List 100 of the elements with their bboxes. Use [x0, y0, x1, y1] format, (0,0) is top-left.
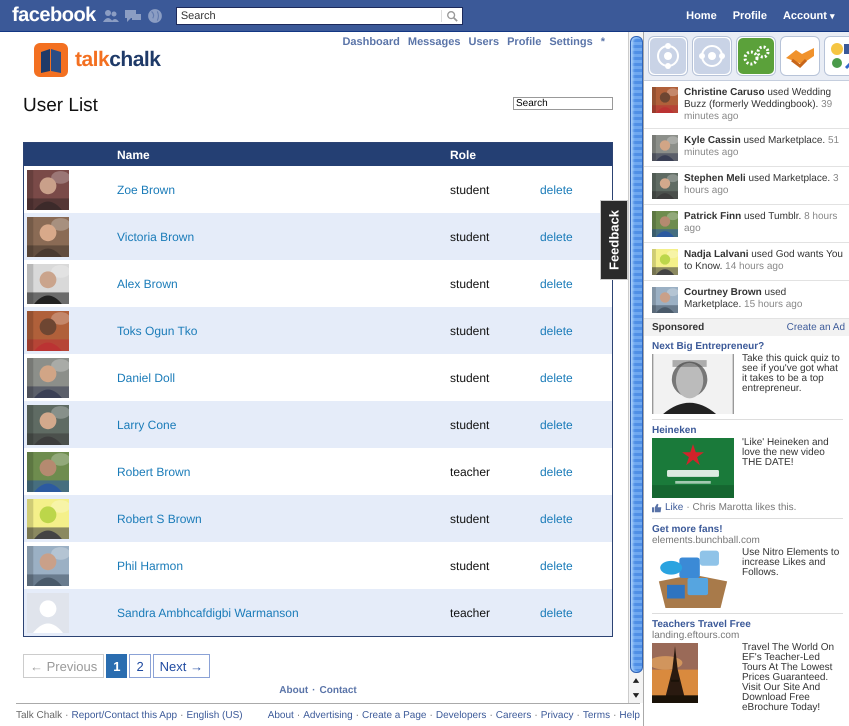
nav-link[interactable]: Users [468, 36, 500, 48]
app-logo[interactable]: talkchalk [75, 48, 160, 72]
delete-link[interactable]: delete [540, 230, 573, 244]
separator: · [356, 710, 359, 720]
delete-link[interactable]: delete [540, 324, 573, 338]
footer-link[interactable]: Talk Chalk [16, 710, 62, 720]
scroll-up-icon[interactable] [632, 677, 640, 684]
scroll-down-icon[interactable] [632, 692, 640, 699]
ad-title-link[interactable]: Next Big Entrepreneur? [652, 341, 843, 352]
search-field[interactable]: Search [176, 6, 463, 24]
footer-link[interactable]: Developers [436, 710, 486, 720]
table-cell-text: student [450, 512, 490, 526]
footer-link[interactable]: Help [619, 710, 640, 720]
globe-icon[interactable] [146, 8, 163, 22]
scrollbar[interactable] [628, 32, 644, 703]
likes-text: · Chris Marotta likes this. [686, 502, 796, 513]
messages-icon[interactable] [124, 8, 141, 22]
user-link[interactable]: Sandra Ambhcafdigbi Warmanson [117, 606, 299, 620]
footer-link[interactable]: English (US) [186, 710, 243, 720]
nav-link[interactable]: Settings [549, 36, 593, 48]
page-button[interactable]: Next → [152, 654, 210, 678]
user-link[interactable]: Phil Harmon [117, 558, 184, 572]
table-cell-text: teacher [450, 464, 492, 478]
create-ad-link[interactable]: Create an Ad [786, 322, 845, 333]
user-link[interactable]: Victoria Brown [117, 230, 194, 244]
footer-link[interactable]: Careers [496, 710, 532, 720]
nav-link[interactable]: Home [678, 10, 725, 22]
delete-link[interactable]: delete [540, 370, 573, 384]
user-link[interactable]: Robert S Brown [117, 512, 202, 526]
delete-link[interactable]: delete [540, 464, 573, 478]
feedback-tab[interactable]: Feedback [600, 200, 628, 280]
table-cell-text: student [450, 230, 490, 244]
ad-text: Take this quick quiz to see if you've got what it takes to be a top entrepreneur. [742, 354, 841, 396]
ad-text: 'Like' Heineken and love the new video THE DATE! [742, 438, 830, 470]
separator: · [534, 710, 538, 720]
delete-link[interactable]: delete [540, 558, 573, 572]
footer-link[interactable]: About [279, 685, 308, 696]
table-cell-text: student [450, 182, 490, 196]
table-cell-text: student [450, 276, 490, 290]
nav-link[interactable]: Profile [507, 36, 542, 48]
nav-link[interactable]: Messages [408, 36, 460, 48]
footer-link[interactable]: About [268, 710, 294, 720]
user-link[interactable]: Alex Brown [117, 276, 178, 290]
search-field[interactable]: Search [513, 96, 613, 110]
footer-link[interactable]: Contact [320, 685, 357, 696]
activity-story: Patrick Finn used Tumblr. 8 hours ago [684, 211, 838, 236]
nav-link[interactable]: * [600, 36, 605, 48]
user-link[interactable]: Larry Cone [117, 418, 176, 432]
section-title: Sponsored [652, 322, 704, 333]
separator: · [489, 710, 493, 720]
footer-link[interactable]: Advertising [303, 710, 353, 720]
user-link[interactable]: Zoe Brown [117, 182, 176, 196]
thumbs-up-icon [652, 502, 662, 512]
separator: · [613, 710, 616, 720]
ad-text: Use Nitro Elements to increase Likes and Follows. [742, 548, 840, 580]
activity-story: Nadja Lalvani used God wants You to Know. 14 hours ago [684, 249, 843, 274]
user-link[interactable]: Toks Ogun Tko [117, 324, 198, 338]
gears-icon[interactable] [738, 38, 774, 74]
ad-title-link[interactable]: Get more fans! [652, 524, 843, 535]
friends-icon[interactable] [102, 8, 119, 22]
table-cell-text: student [450, 324, 490, 338]
like-link[interactable]: Like [665, 502, 684, 513]
table-cell-text: student [450, 370, 490, 384]
user-link[interactable]: Robert Brown [117, 464, 190, 478]
page-title: User List [23, 95, 98, 117]
footer-link[interactable]: Create a Page [362, 710, 426, 720]
user-link[interactable]: Daniel Doll [117, 370, 176, 384]
ad-title-link[interactable]: Heineken [652, 425, 843, 436]
avatar-silhouette-icon [27, 592, 69, 632]
activity-story: Christine Caruso used Wedding Buzz (formerly Weddingbook). 39 minutes ago [684, 87, 834, 123]
footer-link[interactable]: Privacy [540, 710, 574, 720]
separator: · [576, 710, 580, 720]
delete-link[interactable]: delete [540, 606, 573, 620]
delete-link[interactable]: delete [540, 182, 573, 196]
separator: · [296, 710, 300, 720]
footer-link[interactable]: Report/Contact this App [71, 710, 178, 720]
nav-link[interactable]: Account ▾ [774, 10, 843, 22]
table-cell-text: student [450, 418, 490, 432]
activity-story: Kyle Cassin used Marketplace. 51 minutes ago [684, 135, 840, 160]
delete-link[interactable]: delete [540, 418, 573, 432]
nav-link[interactable]: Profile [724, 10, 775, 22]
activity-story: Stephen Meli used Marketplace. 3 hours ago [684, 173, 840, 198]
page-button[interactable]: 1 [106, 654, 128, 678]
footer-link[interactable]: Terms [582, 710, 610, 720]
facebook-logo[interactable]: facebook [12, 4, 96, 27]
separator: · [430, 710, 433, 720]
activity-story: Courtney Brown used Marketplace. 15 hours ago [684, 287, 804, 312]
column-header: Role [450, 148, 478, 162]
page-button[interactable]: 2 [129, 654, 151, 678]
separator: · [65, 710, 68, 720]
nav-link[interactable]: Dashboard [342, 36, 400, 48]
ad-domain: landing.eftours.com [652, 630, 740, 641]
ad-domain: elements.bunchball.com [652, 535, 761, 546]
table-cell-text: teacher [450, 606, 492, 620]
ad-text: Travel The World On EF's Teacher-Led Tours At The Lowest Prices Guaranteed. Visit Our Site And Download Free eBrochure Today! [742, 643, 836, 713]
delete-link[interactable]: delete [540, 276, 573, 290]
ad-title-link[interactable]: Teachers Travel Free [652, 619, 843, 630]
delete-link[interactable]: delete [540, 512, 573, 526]
scrollbar-thumb[interactable] [630, 36, 642, 673]
separator: · [180, 710, 184, 720]
